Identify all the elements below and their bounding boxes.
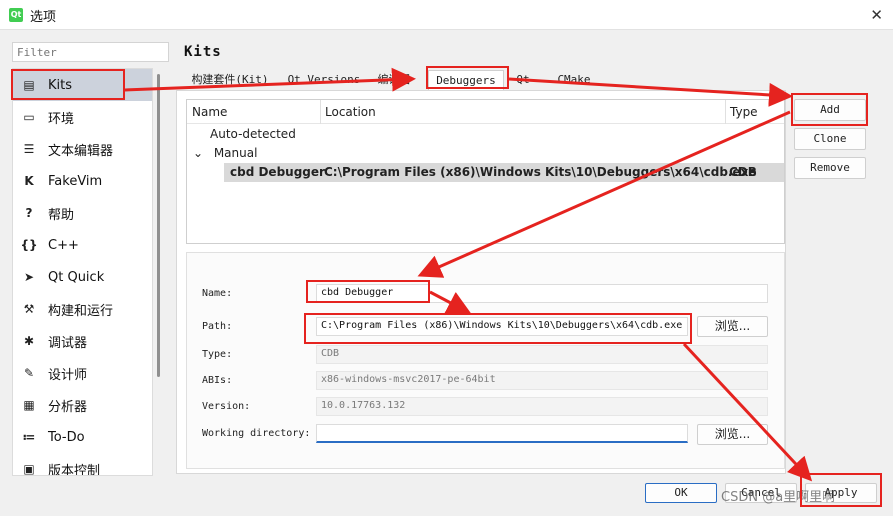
sidebar-item-label: 版本控制 xyxy=(48,463,101,476)
type-field: CDB xyxy=(316,345,768,364)
sidebar-item-kits[interactable]: ▤ Kits xyxy=(13,69,152,101)
sidebar-item-label: Qt Quick xyxy=(48,269,105,285)
sidebar-item-label: 构建和运行 xyxy=(48,303,114,319)
sidebar-item-label: 设计师 xyxy=(48,367,88,383)
analyzer-icon: ▦ xyxy=(23,398,35,412)
watermark: CSDN @a里啊里啊 xyxy=(721,490,836,505)
column-divider xyxy=(320,100,321,124)
sidebar-item-label: 分析器 xyxy=(48,399,88,415)
sidebar-item-fakevim[interactable]: K FakeVim xyxy=(13,165,152,197)
sidebar-item-label: 环境 xyxy=(48,111,75,127)
tab-compilers[interactable]: 编译器 xyxy=(372,70,416,90)
tree-header: Name Location Type xyxy=(187,100,784,124)
tab-cmake[interactable]: CMake xyxy=(550,70,598,90)
remove-button[interactable]: Remove xyxy=(794,157,866,179)
window-title: 选项 xyxy=(30,10,57,25)
abis-label: ABIs: xyxy=(202,375,233,386)
qt-app-icon: Qt xyxy=(9,8,23,22)
column-header-type[interactable]: Type xyxy=(730,105,758,119)
tab-qt[interactable]: Qt xyxy=(512,70,534,90)
tree-group-auto-detected[interactable]: Auto-detected xyxy=(187,125,784,144)
sidebar-item-label: C++ xyxy=(48,237,79,253)
path-label: Path: xyxy=(202,321,233,332)
sidebar-item-text-editor[interactable]: ☰ 文本编辑器 xyxy=(13,133,152,165)
sidebar-item-environment[interactable]: ▭ 环境 xyxy=(13,101,152,133)
browse-path-button[interactable]: 浏览... xyxy=(697,316,768,337)
tree-group-manual[interactable]: ⌄ Manual xyxy=(187,144,784,163)
sidebar-item-qt-quick[interactable]: ➤ Qt Quick xyxy=(13,261,152,293)
tab-kits[interactable]: 构建套件(Kit) xyxy=(184,70,276,90)
todo-list-icon: ≔ xyxy=(22,430,36,444)
tab-debuggers[interactable]: Debuggers xyxy=(428,70,504,90)
filter-input[interactable] xyxy=(12,42,169,62)
version-control-icon: ▣ xyxy=(23,462,35,476)
text-editor-icon: ☰ xyxy=(23,142,35,156)
bug-icon: ✱ xyxy=(23,334,35,348)
sidebar-item-label: 帮助 xyxy=(48,207,75,223)
sidebar-item-label: To-Do xyxy=(48,429,85,445)
title-bar: Qt 选项 ✕ xyxy=(0,0,893,30)
name-label: Name: xyxy=(202,288,233,299)
row-name: cbd Debugger xyxy=(230,165,325,179)
kits-icon: ▤ xyxy=(23,78,35,92)
sidebar-item-version-control[interactable]: ▣ 版本控制 xyxy=(13,453,152,476)
sidebar-item-label: FakeVim xyxy=(48,173,103,189)
help-icon: ? xyxy=(25,206,33,220)
column-header-location[interactable]: Location xyxy=(325,105,376,119)
sidebar-item-designer[interactable]: ✎ 设计师 xyxy=(13,357,152,389)
sidebar-item-todo[interactable]: ≔ To-Do xyxy=(13,421,152,453)
qt-quick-icon: ➤ xyxy=(23,270,35,284)
name-field[interactable]: cbd Debugger xyxy=(316,284,768,303)
group-label: Manual xyxy=(213,146,258,160)
group-label: Auto-detected xyxy=(210,127,296,141)
sidebar-item-build-run[interactable]: ⚒ 构建和运行 xyxy=(13,293,152,325)
working-directory-field[interactable] xyxy=(316,424,688,443)
debugger-tree[interactable]: Name Location Type Auto-detected ⌄ Manua… xyxy=(186,99,785,244)
sidebar-item-label: Kits xyxy=(48,77,73,93)
sidebar-item-debugger[interactable]: ✱ 调试器 xyxy=(13,325,152,357)
path-field[interactable]: C:\Program Files (x86)\Windows Kits\10\D… xyxy=(316,317,688,336)
braces-icon: {} xyxy=(20,238,38,252)
version-label: Version: xyxy=(202,401,251,412)
version-field: 10.0.17763.132 xyxy=(316,397,768,416)
row-type: CDB xyxy=(729,165,757,179)
add-button[interactable]: Add xyxy=(794,99,866,121)
column-divider xyxy=(725,100,726,124)
sidebar-item-label: 调试器 xyxy=(48,335,88,351)
tab-qt-versions[interactable]: Qt Versions xyxy=(284,70,364,90)
close-icon[interactable]: ✕ xyxy=(870,6,883,24)
sidebar: ▤ Kits ▭ 环境 ☰ 文本编辑器 K FakeVim ? 帮助 {} C+… xyxy=(12,68,153,476)
abis-field: x86-windows-msvc2017-pe-64bit xyxy=(316,371,768,390)
pen-icon: ✎ xyxy=(23,366,35,380)
sidebar-scrollbar[interactable] xyxy=(157,74,160,377)
sidebar-item-analyzer[interactable]: ▦ 分析器 xyxy=(13,389,152,421)
working-directory-label: Working directory: xyxy=(202,428,311,439)
fakevim-icon: K xyxy=(24,174,34,188)
sidebar-item-label: 文本编辑器 xyxy=(48,143,114,159)
browse-working-directory-button[interactable]: 浏览... xyxy=(697,424,768,445)
clone-button[interactable]: Clone xyxy=(794,128,866,150)
page-title: Kits xyxy=(184,44,222,60)
sidebar-item-cpp[interactable]: {} C++ xyxy=(13,229,152,261)
ok-button[interactable]: OK xyxy=(645,483,717,503)
row-location: C:\Program Files (x86)\Windows Kits\10\D… xyxy=(324,165,757,179)
tree-row-debugger[interactable]: cbd Debugger C:\Program Files (x86)\Wind… xyxy=(224,163,784,182)
chevron-down-icon[interactable]: ⌄ xyxy=(193,144,210,163)
monitor-icon: ▭ xyxy=(23,110,35,124)
type-label: Type: xyxy=(202,349,233,360)
hammer-icon: ⚒ xyxy=(23,302,35,316)
column-header-name[interactable]: Name xyxy=(192,105,227,119)
sidebar-item-help[interactable]: ? 帮助 xyxy=(13,197,152,229)
